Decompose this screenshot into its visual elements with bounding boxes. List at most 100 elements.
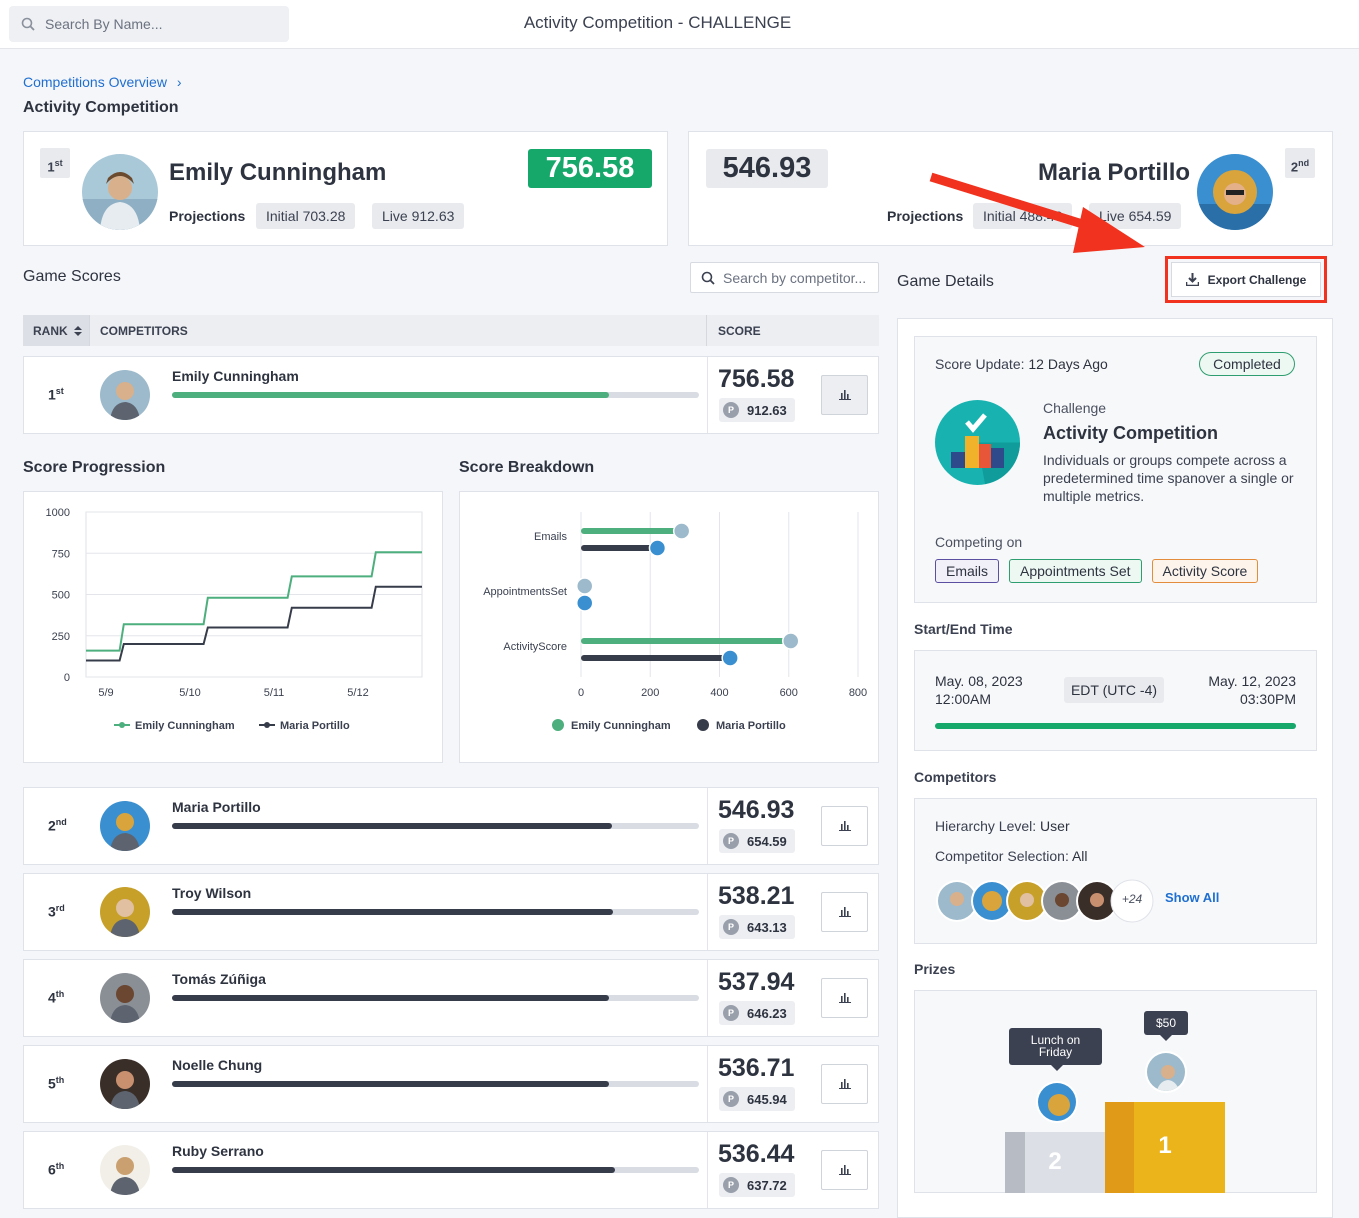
start-time: 12:00AM (935, 691, 992, 707)
avatar (100, 1059, 150, 1109)
avatar-stack[interactable]: +24 (935, 879, 1155, 923)
score-bar-track (172, 823, 699, 829)
row-score: 537.94 (718, 968, 795, 996)
show-all-link[interactable]: Show All (1165, 890, 1219, 905)
table-row: 1st Emily Cunningham 756.58 P 912.63 (23, 356, 879, 434)
row-rank: 3rd (48, 903, 65, 920)
legend-label: Emily Cunningham (135, 720, 235, 732)
bar-avatar (672, 522, 691, 540)
more-competitors-count: +24 (1121, 892, 1143, 906)
score-bar-fill (172, 909, 614, 915)
score-bar-track (172, 995, 699, 1001)
bar-avatar (575, 577, 594, 595)
row-score: 536.44 (718, 1140, 795, 1168)
bar-avatar (648, 539, 667, 557)
view-chart-button[interactable] (821, 1150, 868, 1190)
row-score: 756.58 (718, 365, 795, 393)
y-tick-label: 1000 (46, 507, 70, 519)
bar-avatar (782, 632, 800, 650)
challenge-name: Activity Competition (1043, 423, 1219, 443)
row-score: 546.93 (718, 796, 795, 824)
score-breakdown-title: Score Breakdown (459, 459, 595, 476)
breadcrumb: Competitions Overview › (23, 74, 182, 90)
view-chart-button[interactable] (821, 806, 868, 846)
score-update-value: 12 Days Ago (1028, 356, 1108, 372)
projection-icon: P (723, 1177, 739, 1193)
view-chart-button[interactable] (821, 375, 868, 415)
bar-avatar (721, 649, 739, 667)
x-tick-label: 600 (780, 687, 798, 699)
game-scores-title: Game Scores (23, 268, 121, 285)
score-breakdown-svg: 0 200 400 600 800 Emails AppointmentsSet Activi… (483, 512, 867, 732)
projection-icon: P (723, 833, 739, 849)
row-name: Ruby Serrano (172, 1143, 264, 1159)
metric-tag: Activity Score (1151, 559, 1259, 583)
competitors-label: Competitors (914, 769, 997, 785)
y-tick-label: 250 (52, 631, 70, 643)
x-tick-label: 400 (710, 687, 728, 699)
avatar (100, 370, 150, 420)
competitors-card: Hierarchy Level: User Competitor Selecti… (914, 798, 1317, 944)
export-challenge-button[interactable]: Export Challenge (1171, 262, 1321, 297)
category-label: AppointmentsSet (483, 586, 567, 598)
table-row: 5th Noelle Chung 536.71 P 645.94 (23, 1045, 879, 1123)
legend-label: Maria Portillo (280, 720, 350, 732)
leader-name: Emily Cunningham (169, 159, 387, 186)
score-progression-chart: 0 250 500 750 1000 5/9 5/10 5/11 5/12 Emily Cunni… (23, 491, 443, 763)
challenge-info-card: Score Update: 12 Days Ago Completed Chal… (914, 336, 1317, 603)
hierarchy-label: Hierarchy Level: (935, 818, 1037, 834)
y-tick-label: 500 (52, 590, 70, 602)
score-progression-title: Score Progression (23, 459, 166, 476)
podium-second: 2 (1005, 1132, 1105, 1193)
legend-marker (552, 719, 564, 731)
bar-chart-icon (838, 1079, 851, 1089)
x-tick-label: 800 (849, 687, 867, 699)
score-bar-track (172, 909, 699, 915)
game-details-title: Game Details (897, 273, 994, 290)
view-chart-button[interactable] (821, 978, 868, 1018)
prize-second-label: Lunch on Friday (1009, 1028, 1102, 1065)
bar-chart-icon (838, 390, 851, 400)
score-progression-svg: 0 250 500 750 1000 5/9 5/10 5/11 5/12 Emily Cunni… (46, 507, 423, 732)
rank-column-header[interactable]: RANK (23, 315, 90, 346)
avatar (100, 973, 150, 1023)
projection-icon: P (723, 1091, 739, 1107)
podium-first: 1 (1105, 1102, 1225, 1193)
bar (581, 528, 680, 534)
legend-label: Maria Portillo (716, 720, 786, 732)
score-bar-track (172, 1081, 699, 1087)
avatar (1036, 1081, 1078, 1123)
download-icon (1185, 273, 1199, 286)
table-row: 6th Ruby Serrano 536.44 P 637.72 (23, 1131, 879, 1209)
avatar (1197, 154, 1273, 230)
time-progress-track (935, 723, 1296, 729)
row-score: 536.71 (718, 1054, 795, 1082)
view-chart-button[interactable] (821, 1064, 868, 1104)
breadcrumb-current: Activity Competition (23, 99, 179, 116)
score-bar-fill (172, 392, 610, 398)
score-bar-track (172, 392, 699, 398)
challenge-icon (935, 400, 1020, 485)
leader-card-first: 1st Emily Cunningham Projections Initial… (23, 131, 668, 246)
initial-projection: Initial 703.28 (256, 203, 356, 229)
legend-marker (697, 719, 709, 731)
x-tick-label: 5/12 (347, 687, 368, 699)
projection-badge: P 654.59 (719, 829, 795, 853)
bar-chart-icon (838, 1165, 851, 1175)
projections-label: Projections (169, 208, 246, 224)
legend-marker (119, 722, 125, 728)
view-chart-button[interactable] (821, 892, 868, 932)
score-update-label: Score Update: (935, 356, 1025, 372)
tooltip-caret (1051, 1065, 1063, 1071)
score-bar-track (172, 1167, 699, 1173)
x-tick-label: 5/11 (264, 687, 285, 699)
prizes-card: 2 1 Lunch on Friday $50 (914, 990, 1317, 1193)
selection-value: All (1071, 848, 1088, 864)
bar-chart-icon (838, 993, 851, 1003)
metric-tag: Emails (935, 559, 1000, 583)
search-icon (701, 271, 715, 285)
competitor-search-input[interactable]: Search by competitor... (690, 262, 879, 293)
bar-chart-icon (838, 821, 851, 831)
breadcrumb-link[interactable]: Competitions Overview (23, 74, 167, 90)
projection-badge: P 637.72 (719, 1173, 795, 1197)
